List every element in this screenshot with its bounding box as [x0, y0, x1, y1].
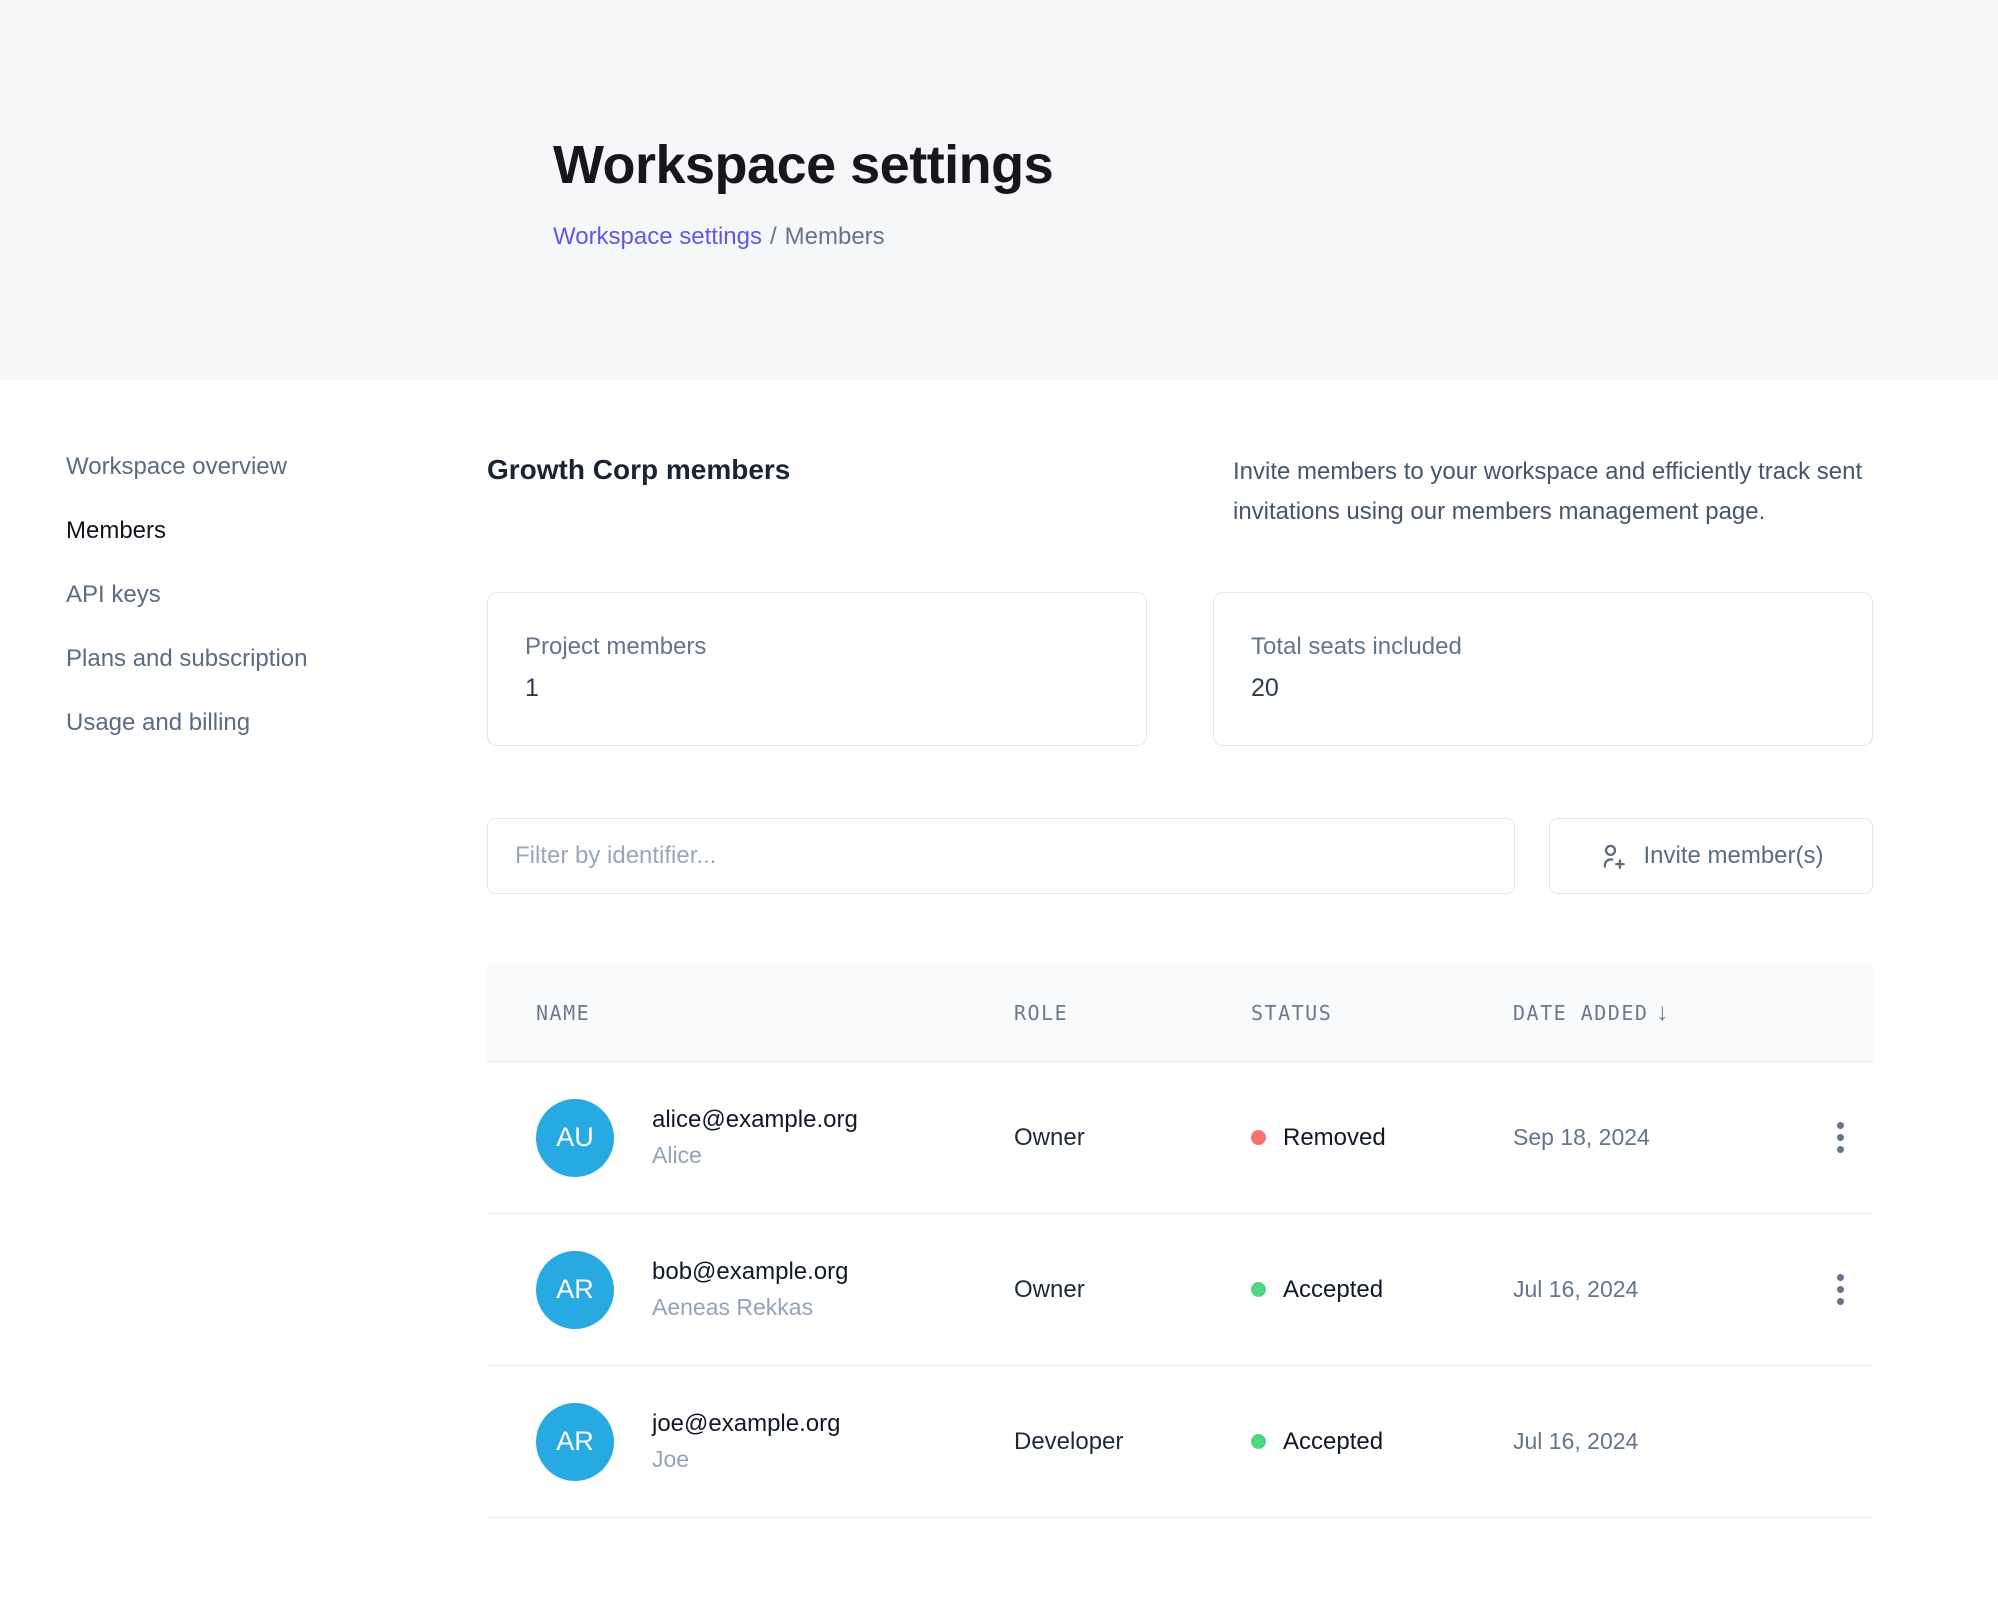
members-main: Growth Corp members Invite members to yo…: [487, 380, 1873, 1518]
member-status: Accepted: [1283, 1276, 1383, 1304]
settings-sidebar: Workspace overview Members API keys Plans a…: [0, 380, 487, 1518]
member-name: Joe: [652, 1446, 840, 1473]
member-status: Removed: [1283, 1124, 1386, 1152]
member-email: alice@example.org: [652, 1106, 858, 1134]
sidebar-item-usage-and-billing[interactable]: Usage and billing: [66, 708, 250, 738]
filter-input[interactable]: [487, 818, 1515, 894]
member-date-added: Sep 18, 2024: [1513, 1124, 1813, 1151]
stat-card-project-members: Project members 1: [487, 592, 1147, 746]
row-actions-cell: [1813, 1264, 1873, 1315]
member-role: Developer: [1014, 1428, 1251, 1456]
member-role: Owner: [1014, 1124, 1251, 1152]
breadcrumb-current: Members: [785, 223, 885, 250]
sidebar-item-api-keys[interactable]: API keys: [66, 580, 161, 610]
sidebar-item-plans-and-subscription[interactable]: Plans and subscription: [66, 644, 307, 674]
column-header-label: STATUS: [1251, 1001, 1332, 1025]
stat-label: Project members: [525, 633, 1110, 661]
member-status-cell: Accepted: [1251, 1428, 1513, 1456]
sidebar-item-workspace-overview[interactable]: Workspace overview: [66, 452, 287, 482]
table-header-row: NAME ROLE STATUS DATE ADDED ↓: [487, 964, 1873, 1062]
members-description: Invite members to your workspace and eff…: [1233, 452, 1873, 532]
member-date-added: Jul 16, 2024: [1513, 1276, 1813, 1303]
page-title: Workspace settings: [553, 134, 1998, 196]
stats-cards: Project members 1 Total seats included 2…: [487, 592, 1873, 746]
member-identity-cell: AR bob@example.org Aeneas Rekkas: [536, 1251, 1014, 1329]
invite-members-button[interactable]: Invite member(s): [1549, 818, 1873, 894]
breadcrumb-separator: /: [770, 223, 777, 250]
members-heading: Growth Corp members: [487, 452, 790, 532]
column-header-role[interactable]: ROLE: [1014, 1001, 1251, 1025]
member-id-block: joe@example.org Joe: [652, 1410, 840, 1473]
breadcrumb: Workspace settings / Members: [553, 223, 1998, 251]
row-actions-cell: [1813, 1112, 1873, 1163]
table-body: AU alice@example.org Alice Owner Removed…: [487, 1062, 1873, 1518]
status-dot-icon: [1251, 1282, 1266, 1297]
status-dot-icon: [1251, 1130, 1266, 1145]
filter-row: Invite member(s): [487, 818, 1873, 894]
member-status: Accepted: [1283, 1428, 1383, 1456]
invite-members-label: Invite member(s): [1643, 842, 1823, 870]
members-intro: Growth Corp members Invite members to yo…: [487, 452, 1873, 532]
stat-value: 1: [525, 674, 1110, 703]
member-name: Alice: [652, 1142, 858, 1169]
member-date-added: Jul 16, 2024: [1513, 1428, 1813, 1455]
column-header-name[interactable]: NAME: [536, 1001, 1014, 1025]
avatar-initials: AR: [556, 1426, 594, 1457]
column-header-label: ROLE: [1014, 1001, 1068, 1025]
avatar: AR: [536, 1403, 614, 1481]
breadcrumb-workspace-settings-link[interactable]: Workspace settings: [553, 223, 762, 250]
sort-descending-icon: ↓: [1656, 999, 1668, 1027]
member-role: Owner: [1014, 1276, 1251, 1304]
column-header-label: NAME: [536, 1001, 590, 1025]
stat-value: 20: [1251, 674, 1836, 703]
stat-card-total-seats-included: Total seats included 20: [1213, 592, 1873, 746]
avatar-initials: AR: [556, 1274, 594, 1305]
status-dot-icon: [1251, 1434, 1266, 1449]
member-name: Aeneas Rekkas: [652, 1294, 848, 1321]
member-status-cell: Accepted: [1251, 1276, 1513, 1304]
member-email: bob@example.org: [652, 1258, 848, 1286]
content-layout: Workspace overview Members API keys Plans a…: [0, 380, 1998, 1518]
members-table: NAME ROLE STATUS DATE ADDED ↓ AU alice@examp…: [487, 964, 1873, 1518]
table-row: AR bob@example.org Aeneas Rekkas Owner A…: [487, 1214, 1873, 1366]
avatar: AR: [536, 1251, 614, 1329]
member-id-block: bob@example.org Aeneas Rekkas: [652, 1258, 848, 1321]
avatar: AU: [536, 1099, 614, 1177]
member-identity-cell: AR joe@example.org Joe: [536, 1403, 1014, 1481]
person-plus-icon: [1598, 841, 1628, 871]
sidebar-item-members[interactable]: Members: [66, 516, 166, 546]
table-row: AU alice@example.org Alice Owner Removed…: [487, 1062, 1873, 1214]
kebab-menu-icon[interactable]: [1827, 1264, 1854, 1315]
column-header-date-added[interactable]: DATE ADDED ↓: [1513, 999, 1813, 1027]
member-status-cell: Removed: [1251, 1124, 1513, 1152]
member-identity-cell: AU alice@example.org Alice: [536, 1099, 1014, 1177]
avatar-initials: AU: [556, 1122, 594, 1153]
member-email: joe@example.org: [652, 1410, 840, 1438]
page-header: Workspace settings Workspace settings / Me…: [0, 0, 1998, 380]
column-header-status[interactable]: STATUS: [1251, 1001, 1513, 1025]
column-header-label: DATE ADDED: [1513, 1001, 1648, 1025]
member-id-block: alice@example.org Alice: [652, 1106, 858, 1169]
kebab-menu-icon[interactable]: [1827, 1112, 1854, 1163]
table-row: AR joe@example.org Joe Developer Accepte…: [487, 1366, 1873, 1518]
stat-label: Total seats included: [1251, 633, 1836, 661]
